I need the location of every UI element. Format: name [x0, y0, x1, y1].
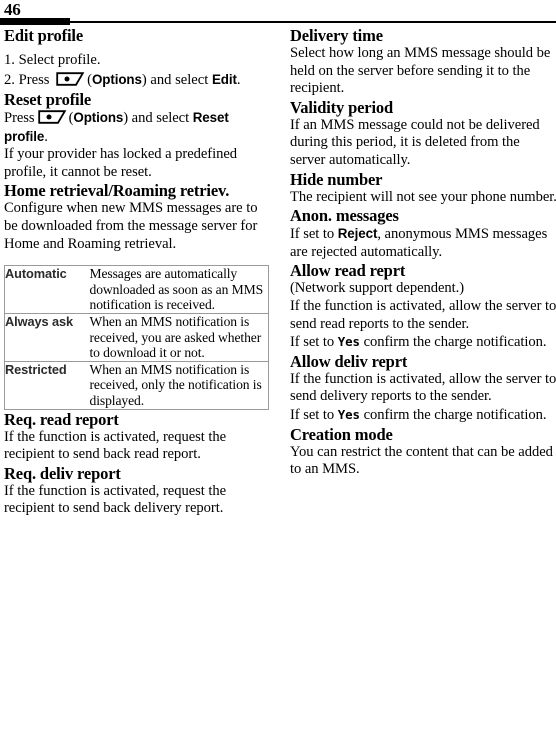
heading-delivery-time: Delivery time: [290, 26, 383, 45]
table-cell-value: When an MMS notification is received, yo…: [89, 312, 269, 362]
ui-term-options: Options: [91, 72, 142, 87]
charge-text-after: confirm the charge notification.: [359, 406, 547, 423]
charge-text-after: confirm the charge notification.: [359, 334, 547, 351]
press-text-mid: and select: [128, 110, 193, 126]
header-rule: [0, 18, 556, 26]
right-column: Delivery time Select how long an MMS mes…: [290, 26, 556, 479]
header-rule-thin: [0, 21, 556, 23]
heading-home-roaming-retrieval: Home retrieval/Roaming retriev.: [4, 181, 230, 201]
allow-read-charge-note: If set to Yes confirm the charge notific…: [290, 333, 556, 352]
header-rule-thick: [0, 18, 70, 25]
table-row: Always ask When an MMS notification is r…: [4, 312, 269, 362]
step-number: 1.: [4, 52, 15, 68]
heading-allow-read-reprt: Allow read reprt: [290, 261, 406, 281]
left-softkey-icon: [37, 110, 68, 124]
hide-number-description: The recipient will not see your phone nu…: [290, 188, 556, 205]
table-cell-key: Automatic: [4, 265, 90, 314]
table-cell-value: When an MMS notification is received, on…: [89, 360, 269, 409]
table-cell-value: Messages are automatically downloaded as…: [89, 265, 269, 314]
press-text-end: .: [44, 128, 48, 145]
allow-deliv-charge-note: If set to Yes confirm the charge notific…: [290, 406, 556, 425]
heading-anon-messages: Anon. messages: [290, 206, 399, 226]
heading-req-read-report: Req. read report: [4, 409, 119, 429]
table-cell-key: Always ask: [4, 312, 90, 362]
step-number: 2.: [4, 72, 15, 88]
page-number: 46: [4, 0, 21, 19]
ui-term-edit: Edit: [211, 72, 237, 87]
heading-creation-mode: Creation mode: [290, 424, 393, 444]
charge-text-before: If set to: [290, 334, 338, 351]
table-row: Automatic Messages are automatically dow…: [4, 265, 269, 314]
reset-profile-press-line: Press (Options) and select Reset profile…: [4, 109, 272, 146]
retrieval-options-table: Automatic Messages are automatically dow…: [4, 265, 269, 410]
ui-term-options: Options: [73, 110, 124, 125]
step-text: Select profile.: [18, 52, 101, 68]
left-column: Edit profile 1. Select profile. 2. Press…: [4, 26, 272, 518]
req-read-report-description: If the function is activated, request th…: [4, 428, 227, 463]
step-text-mid: and select: [146, 72, 212, 88]
heading-hide-number: Hide number: [290, 169, 383, 189]
allow-read-network-note: (Network support dependent.): [290, 280, 465, 297]
step-text: Press: [18, 72, 50, 88]
allow-deliv-description: If the function is activated, allow the …: [290, 370, 556, 405]
anon-messages-description: If set to Reject, anonymous MMS messages…: [290, 225, 556, 261]
home-roaming-description: Configure when new MMS messages are to b…: [4, 200, 258, 252]
page-header: 46: [0, 0, 556, 26]
page-columns: Edit profile 1. Select profile. 2. Press…: [0, 26, 556, 518]
creation-mode-description: You can restrict the content that can be…: [290, 443, 553, 478]
table-cell-key: Restricted: [4, 360, 90, 409]
heading-validity-period: Validity period: [290, 97, 394, 117]
req-deliv-report-description: If the function is activated, request th…: [4, 482, 227, 517]
ui-term-yes: Yes: [337, 406, 360, 422]
delivery-time-description: Select how long an MMS message should be…: [290, 45, 551, 97]
heading-reset-profile: Reset profile: [4, 90, 92, 109]
allow-read-description: If the function is activated, allow the …: [290, 297, 556, 332]
list-item: 2. Press (Options) and select Edit.: [4, 70, 272, 90]
reset-profile-note: If your provider has locked a predefined…: [4, 146, 238, 180]
left-softkey-icon: [56, 72, 86, 86]
validity-period-description: If an MMS message could not be delivered…: [290, 116, 540, 168]
heading-edit-profile: Edit profile: [4, 26, 84, 45]
step-text-end: .: [236, 72, 241, 88]
edit-profile-steps: 1. Select profile. 2. Press (Options) an…: [4, 50, 272, 90]
press-text: Press: [4, 110, 35, 126]
charge-text-before: If set to: [290, 406, 338, 423]
heading-allow-deliv-reprt: Allow deliv reprt: [290, 351, 408, 371]
ui-term-reject: Reject: [337, 226, 378, 242]
anon-text-before: If set to: [290, 226, 338, 243]
table-row: Restricted When an MMS notification is r…: [4, 360, 269, 409]
list-item: 1. Select profile.: [4, 50, 272, 70]
ui-term-yes: Yes: [337, 334, 360, 350]
heading-req-deliv-report: Req. deliv report: [4, 463, 121, 483]
